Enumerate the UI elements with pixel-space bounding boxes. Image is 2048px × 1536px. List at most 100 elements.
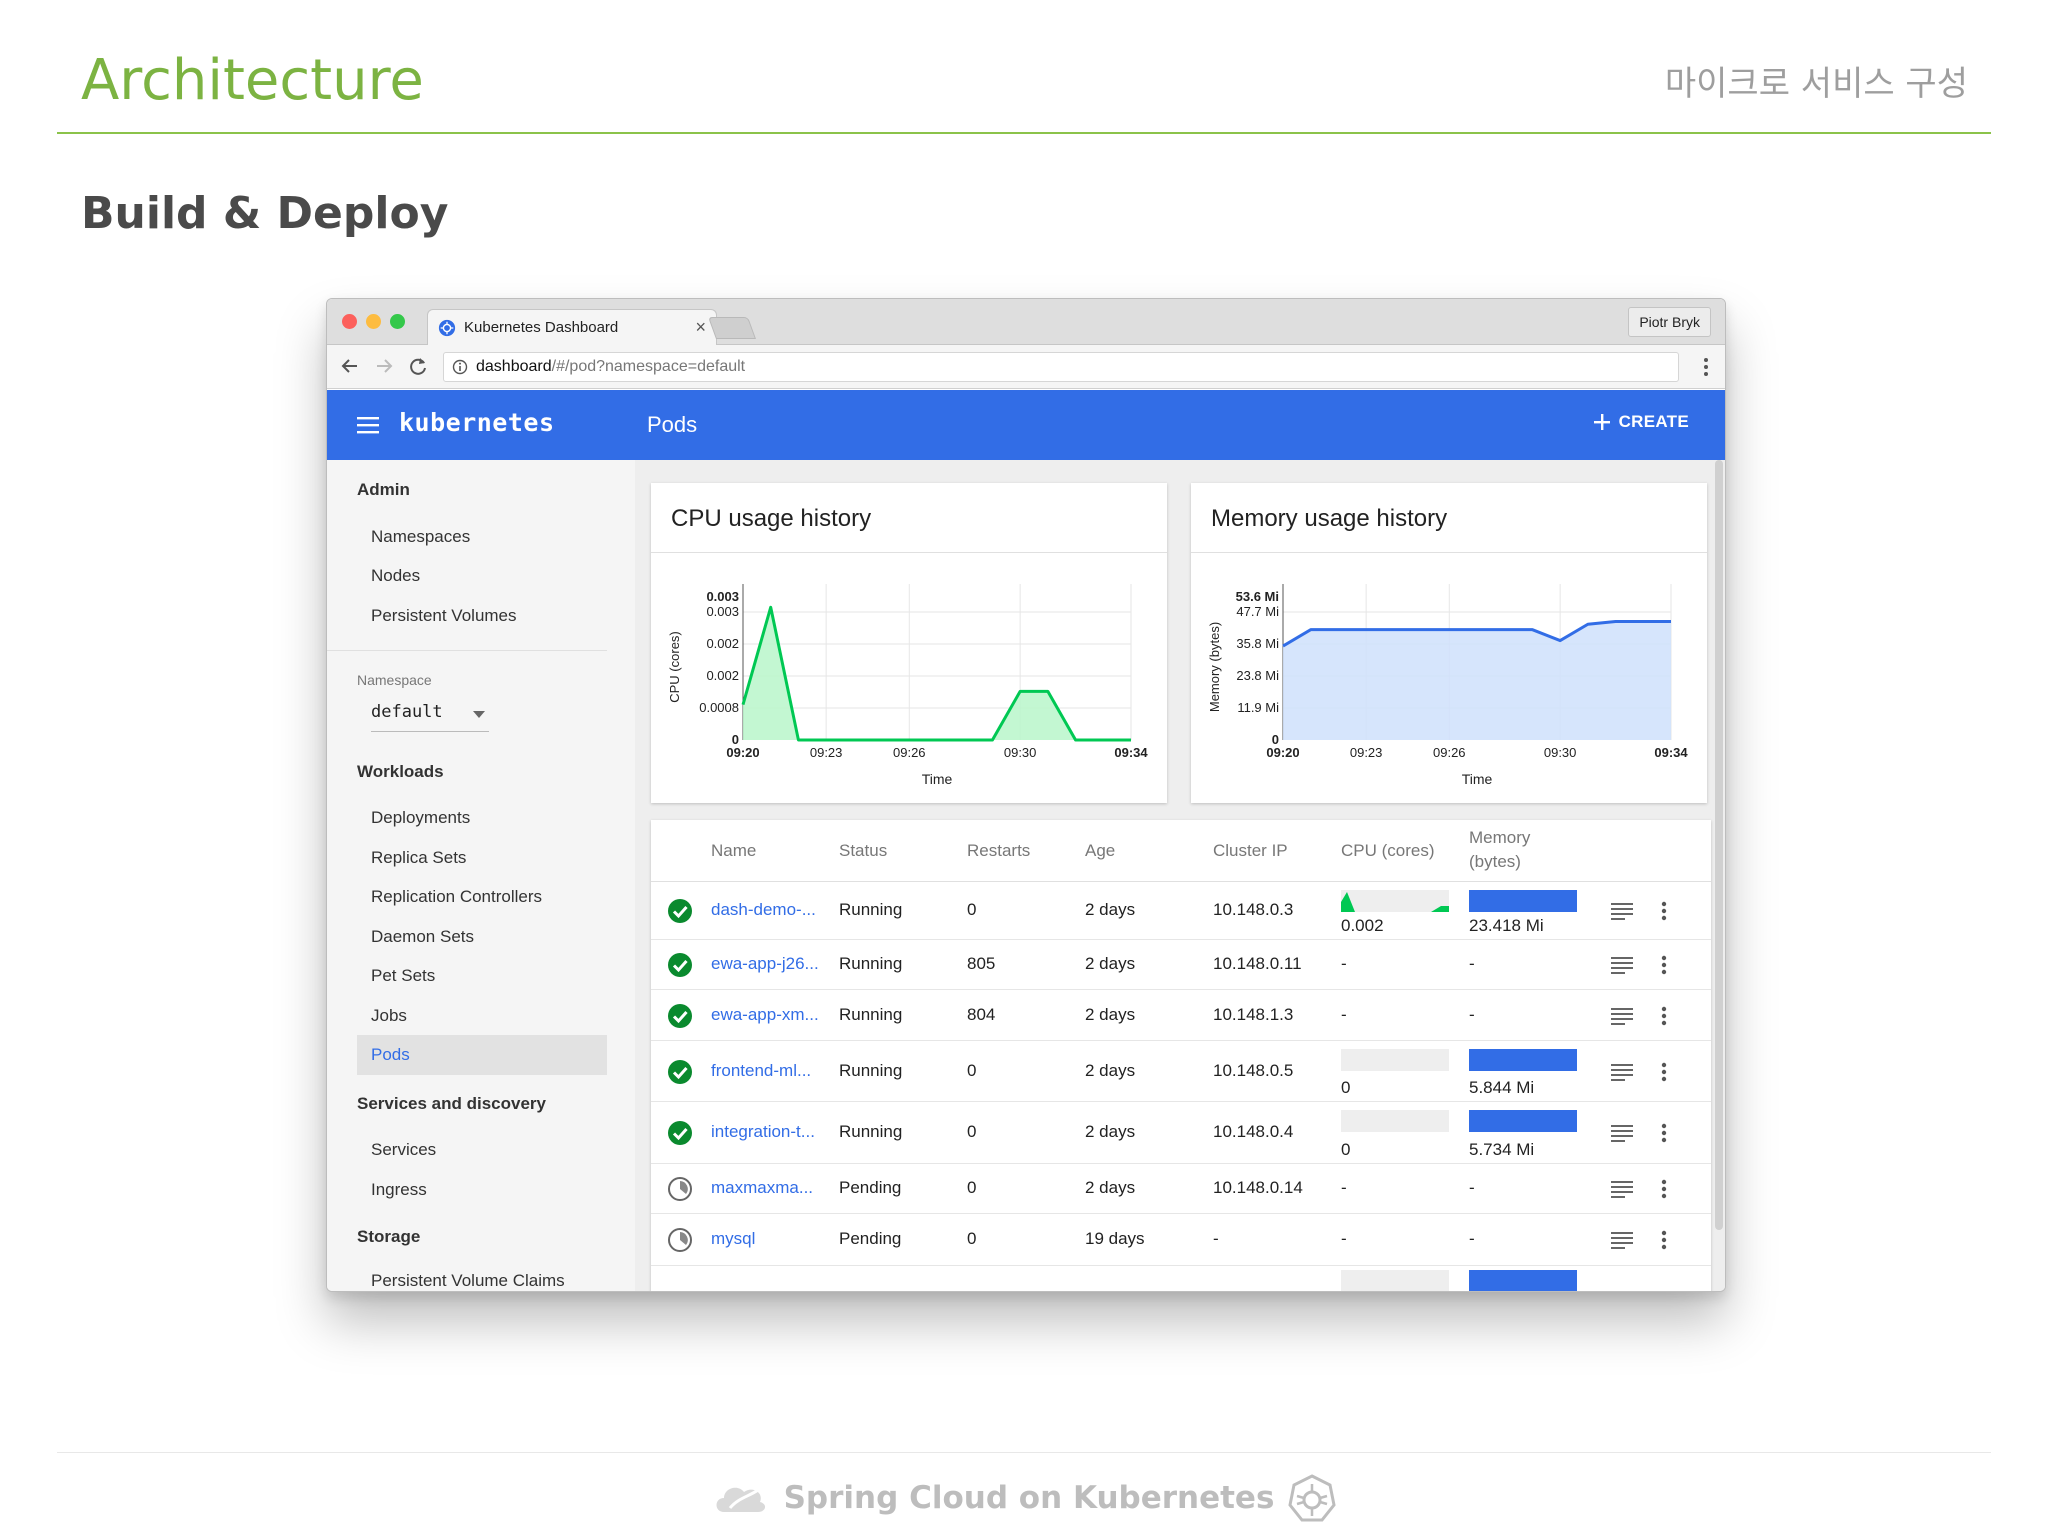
cpu-card-title: CPU usage history — [651, 483, 1167, 553]
column-restarts[interactable]: Restarts — [967, 839, 1030, 863]
create-button[interactable]: CREATE — [1593, 412, 1689, 432]
pending-clock-icon — [667, 1176, 693, 1202]
kubernetes-logo-text[interactable]: kubernetes — [399, 408, 555, 437]
check-circle-icon — [667, 1120, 693, 1146]
more-vert-icon[interactable] — [1661, 1062, 1667, 1087]
more-vert-icon[interactable] — [1661, 1179, 1667, 1204]
close-window-button[interactable] — [342, 314, 357, 329]
y-tick-label: 11.9 Mi — [1237, 700, 1279, 715]
pod-restarts: 0 — [967, 900, 977, 919]
footer-divider — [57, 1452, 1991, 1453]
column-age[interactable]: Age — [1085, 839, 1115, 863]
spring-cloud-logo-icon — [716, 1487, 765, 1512]
back-arrow-icon[interactable] — [339, 355, 361, 377]
pod-name-link[interactable]: mysql — [711, 1229, 755, 1249]
logs-icon[interactable] — [1611, 1124, 1633, 1147]
sidebar-section-workloads[interactable]: Workloads — [357, 762, 444, 782]
pod-name-link[interactable]: frontend-ml... — [711, 1061, 811, 1081]
logs-icon[interactable] — [1611, 956, 1633, 979]
more-vert-icon[interactable] — [1661, 1123, 1667, 1148]
sidebar-item-replication-controllers[interactable]: Replication Controllers — [371, 887, 542, 907]
table-row[interactable] — [651, 1266, 1711, 1291]
column-cluster-ip[interactable]: Cluster IP — [1213, 839, 1288, 863]
sidebar-item-nodes[interactable]: Nodes — [371, 566, 420, 586]
namespace-label: Namespace — [357, 672, 432, 688]
sidebar-section-admin[interactable]: Admin — [357, 480, 410, 500]
logs-icon[interactable] — [1611, 1180, 1633, 1203]
browser-tab[interactable]: Kubernetes Dashboard × — [427, 309, 717, 345]
pod-restarts: 0 — [967, 1178, 977, 1197]
y-tick-label: 53.6 Mi — [1236, 589, 1279, 604]
pod-cluster-ip: 10.148.0.14 — [1213, 1178, 1303, 1197]
sidebar-item-deployments[interactable]: Deployments — [371, 808, 470, 828]
y-axis-label: CPU (cores) — [667, 631, 682, 703]
more-vert-icon[interactable] — [1661, 1006, 1667, 1031]
sidebar-item-persistent-volumes[interactable]: Persistent Volumes — [371, 606, 517, 626]
namespace-select[interactable]: default — [371, 702, 489, 732]
series-line — [741, 605, 1131, 742]
logs-icon[interactable] — [1611, 1231, 1633, 1254]
menu-icon[interactable] — [357, 416, 379, 434]
sidebar-item-pods[interactable]: Pods — [357, 1035, 607, 1075]
footer: Spring Cloud on Kubernetes — [0, 1474, 2048, 1522]
scrollbar[interactable] — [1715, 460, 1723, 1230]
pod-restarts: 0 — [967, 1122, 977, 1141]
column-name[interactable]: Name — [711, 839, 756, 863]
logs-icon[interactable] — [1611, 1063, 1633, 1086]
pod-age: 2 days — [1085, 954, 1136, 973]
sidebar-section-storage[interactable]: Storage — [357, 1227, 420, 1247]
column-status[interactable]: Status — [839, 839, 887, 863]
sidebar-item-jobs[interactable]: Jobs — [371, 1006, 407, 1026]
table-row[interactable]: maxmaxma... Pending 0 2 days 10.148.0.14 - - — [651, 1164, 1711, 1214]
sidebar-item-services[interactable]: Services — [371, 1140, 436, 1160]
column-cpu[interactable]: CPU (cores) — [1341, 839, 1435, 863]
browser-menu-icon[interactable] — [1703, 357, 1709, 377]
pod-memory: - — [1469, 1005, 1475, 1024]
column-memory[interactable]: Memory — [1469, 826, 1530, 850]
table-row[interactable]: mysql Pending 0 19 days - - - — [651, 1214, 1711, 1266]
sidebar-item-persistent-volume-claims[interactable]: Persistent Volume Claims — [371, 1271, 565, 1291]
more-vert-icon[interactable] — [1661, 1230, 1667, 1255]
info-icon[interactable] — [452, 359, 468, 375]
app-bar: kubernetes Pods CREATE — [327, 390, 1725, 460]
sidebar-item-replica-sets[interactable]: Replica Sets — [371, 848, 466, 868]
table-row[interactable]: integration-t... Running 0 2 days 10.148.0.4… — [651, 1102, 1711, 1164]
x-tick-label: 09:30 — [1544, 745, 1577, 760]
y-tick-label: 0.003 — [706, 604, 739, 619]
namespace-value: default — [371, 702, 443, 722]
cpu-sparkline-fill — [1341, 890, 1449, 917]
forward-arrow-icon[interactable] — [373, 355, 395, 377]
reload-icon[interactable] — [407, 355, 429, 377]
table-row[interactable]: ewa-app-xm... Running 804 2 days 10.148.1.3 -… — [651, 990, 1711, 1041]
logs-icon[interactable] — [1611, 902, 1633, 925]
table-row[interactable]: dash-demo-... Running 0 2 days 10.148.0.3 0.0… — [651, 882, 1711, 940]
address-bar[interactable]: dashboard /#/pod?namespace=default — [443, 352, 1679, 382]
pod-cluster-ip: 10.148.0.11 — [1213, 954, 1302, 973]
logs-icon[interactable] — [1611, 1007, 1633, 1030]
footer-text: Spring Cloud on Kubernetes — [783, 1480, 1275, 1516]
maximize-window-button[interactable] — [390, 314, 405, 329]
tab-close-icon[interactable]: × — [695, 317, 706, 338]
pod-age: 2 days — [1085, 1061, 1136, 1080]
new-tab-button[interactable] — [707, 317, 757, 339]
profile-button[interactable]: Piotr Bryk — [1628, 307, 1711, 337]
kubernetes-favicon-icon — [438, 319, 456, 336]
pod-name-link[interactable]: integration-t... — [711, 1122, 815, 1142]
pod-name-link[interactable]: ewa-app-xm... — [711, 1005, 819, 1025]
sidebar-item-daemon-sets[interactable]: Daemon Sets — [371, 927, 474, 947]
sidebar-section-services-discovery[interactable]: Services and discovery — [357, 1094, 546, 1114]
sidebar-item-namespaces[interactable]: Namespaces — [371, 527, 470, 547]
table-row[interactable]: frontend-ml... Running 0 2 days 10.148.0.5 0 5… — [651, 1041, 1711, 1102]
pod-restarts: 805 — [967, 954, 996, 973]
sidebar-item-pet-sets[interactable]: Pet Sets — [371, 966, 435, 986]
table-row[interactable]: ewa-app-j26... Running 805 2 days 10.148.0.1… — [651, 940, 1711, 990]
pod-status: Running — [839, 1122, 903, 1141]
pod-name-link[interactable]: maxmaxma... — [711, 1178, 813, 1198]
sidebar-item-ingress[interactable]: Ingress — [371, 1180, 427, 1200]
pod-name-link[interactable]: ewa-app-j26... — [711, 954, 819, 974]
series-area — [743, 607, 1131, 740]
more-vert-icon[interactable] — [1661, 955, 1667, 980]
more-vert-icon[interactable] — [1661, 901, 1667, 926]
minimize-window-button[interactable] — [366, 314, 381, 329]
pod-name-link[interactable]: dash-demo-... — [711, 900, 816, 920]
